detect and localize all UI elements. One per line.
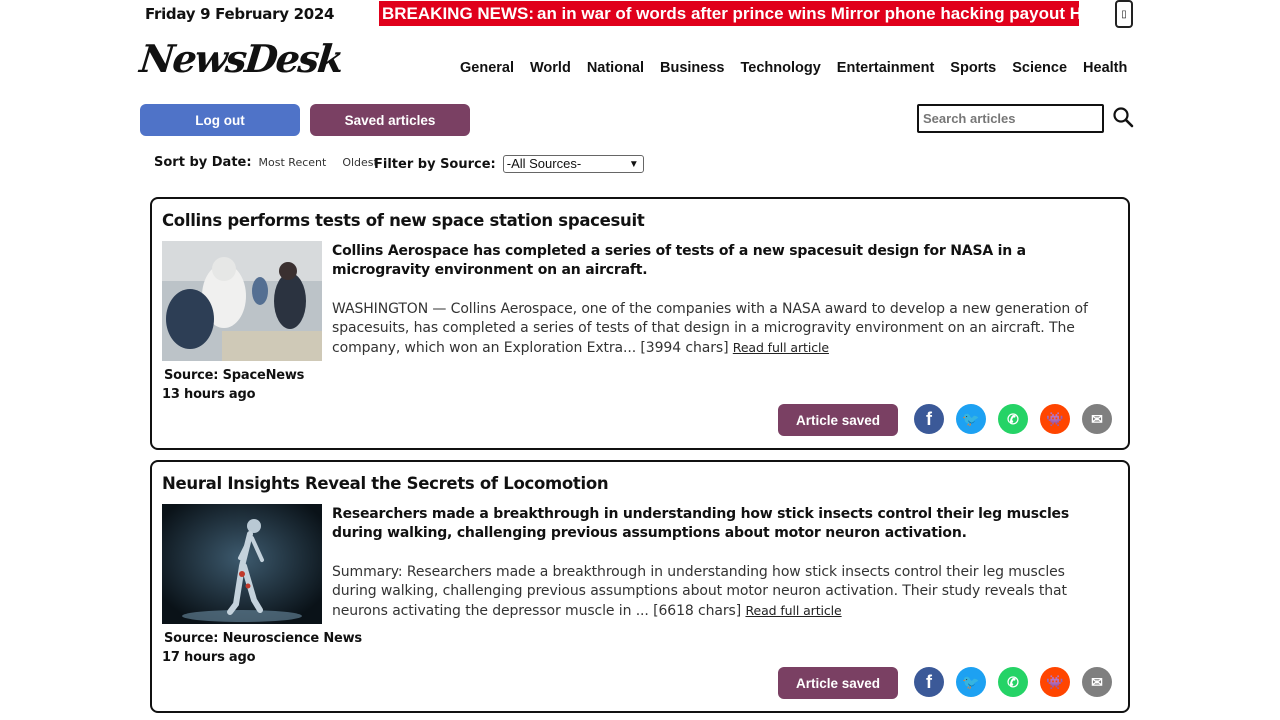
article-source: Source: SpaceNews (164, 368, 305, 383)
source-filter: Filter by Source: -All Sources- ▼ (374, 155, 644, 173)
nav-national[interactable]: National (587, 60, 644, 76)
article-time: 17 hours ago (162, 650, 256, 665)
article-title[interactable]: Neural Insights Reveal the Secrets of Lo… (162, 474, 609, 493)
read-full-article-link[interactable]: Read full article (733, 340, 829, 355)
sort-most-recent[interactable]: Most Recent (259, 156, 327, 169)
nav-general[interactable]: General (460, 60, 514, 76)
sort-controls: Sort by Date: Most Recent Oldest (154, 155, 394, 170)
article-saved-button[interactable]: Article saved (778, 667, 898, 699)
nav-entertainment[interactable]: Entertainment (837, 60, 935, 76)
nav-science[interactable]: Science (1012, 60, 1067, 76)
source-filter-label: Filter by Source: (374, 156, 496, 172)
article-thumbnail[interactable] (162, 241, 322, 361)
article-lead: Researchers made a breakthrough in under… (332, 506, 1069, 541)
email-icon[interactable]: ✉ (1082, 404, 1112, 434)
article-summary: Summary: Researchers made a breakthrough… (332, 564, 1067, 619)
search-input[interactable]: Search articles (917, 104, 1104, 133)
sort-label: Sort by Date: (154, 155, 252, 170)
reddit-icon[interactable]: 👾 (1040, 667, 1070, 697)
nav-technology[interactable]: Technology (741, 60, 821, 76)
article-summary: WASHINGTON — Collins Aerospace, one of t… (332, 301, 1088, 356)
article-lead: Collins Aerospace has completed a series… (332, 243, 1026, 278)
article-body: Summary: Researchers made a breakthrough… (332, 563, 1112, 621)
sort-oldest[interactable]: Oldest (342, 156, 378, 169)
source-select-value: -All Sources- (506, 156, 582, 171)
facebook-icon[interactable]: f (914, 404, 944, 434)
facebook-icon[interactable]: f (914, 667, 944, 697)
chevron-down-icon: ▼ (628, 159, 639, 170)
article-title[interactable]: Collins performs tests of new space stat… (162, 211, 645, 230)
article-thumbnail[interactable] (162, 504, 322, 624)
current-date: Friday 9 February 2024 (145, 5, 335, 23)
article-saved-button[interactable]: Article saved (778, 404, 898, 436)
article-card: Neural Insights Reveal the Secrets of Lo… (150, 460, 1130, 713)
breaking-news-label: BREAKING NEWS: (382, 4, 535, 23)
breaking-news-text[interactable]: an in war of words after prince wins Mir… (537, 1, 1079, 26)
article-body: WASHINGTON — Collins Aerospace, one of t… (332, 300, 1112, 358)
article-card: Collins performs tests of new space stat… (150, 197, 1130, 450)
mobile-icon[interactable]: ▯ (1115, 0, 1133, 28)
twitter-icon[interactable]: 🐦 (956, 404, 986, 434)
site-logo[interactable]: NewsDesk (138, 36, 345, 81)
source-select[interactable]: -All Sources- ▼ (502, 155, 644, 173)
article-time: 13 hours ago (162, 387, 256, 402)
read-full-article-link[interactable]: Read full article (745, 603, 841, 618)
email-icon[interactable]: ✉ (1082, 667, 1112, 697)
article-source: Source: Neuroscience News (164, 631, 362, 646)
breaking-news-ticker[interactable]: BREAKING NEWS: an in war of words after … (379, 1, 1079, 26)
reddit-icon[interactable]: 👾 (1040, 404, 1070, 434)
nav-sports[interactable]: Sports (950, 60, 996, 76)
nav-business[interactable]: Business (660, 60, 724, 76)
nav-world[interactable]: World (530, 60, 571, 76)
saved-articles-button[interactable]: Saved articles (310, 104, 470, 136)
logout-button[interactable]: Log out (140, 104, 300, 136)
whatsapp-icon[interactable]: ✆ (998, 404, 1028, 434)
search-icon[interactable] (1112, 106, 1134, 128)
nav-health[interactable]: Health (1083, 60, 1127, 76)
main-nav: General World National Business Technolo… (460, 60, 1127, 76)
whatsapp-icon[interactable]: ✆ (998, 667, 1028, 697)
twitter-icon[interactable]: 🐦 (956, 667, 986, 697)
